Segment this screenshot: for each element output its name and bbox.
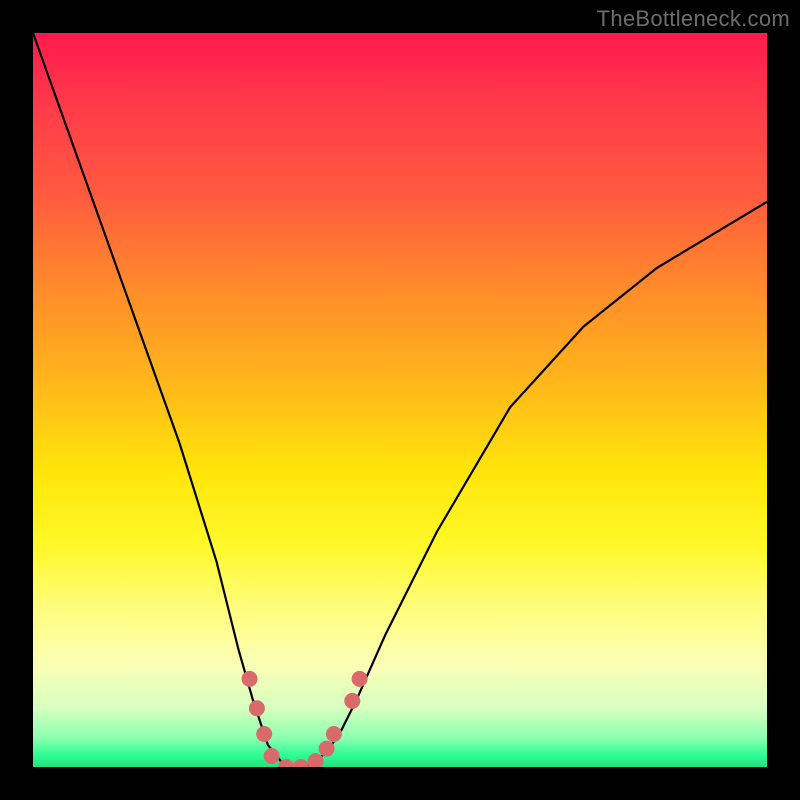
bottleneck-curve: [33, 33, 767, 767]
highlight-dot: [352, 671, 368, 687]
highlight-dot: [249, 700, 265, 716]
highlight-dot: [293, 759, 309, 767]
highlight-dot: [326, 726, 342, 742]
chart-frame: TheBottleneck.com: [0, 0, 800, 800]
chart-svg: [33, 33, 767, 767]
plot-area: [33, 33, 767, 767]
highlight-dot: [264, 748, 280, 764]
highlight-dots: [242, 671, 368, 767]
highlight-dot: [319, 741, 335, 757]
highlight-dot: [344, 693, 360, 709]
highlight-dot: [256, 726, 272, 742]
highlight-dot: [242, 671, 258, 687]
watermark-text: TheBottleneck.com: [597, 6, 790, 32]
